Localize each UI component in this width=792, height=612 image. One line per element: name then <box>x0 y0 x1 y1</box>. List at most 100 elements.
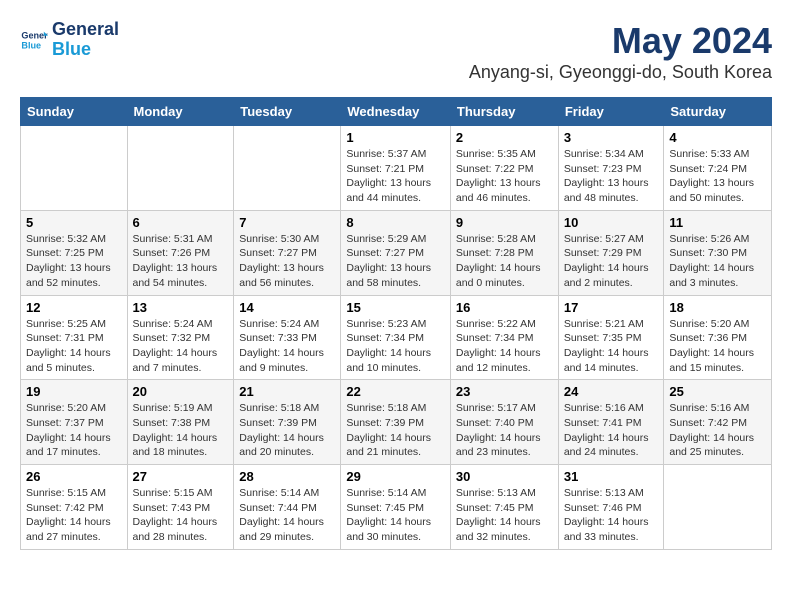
day-cell: 8 Sunrise: 5:29 AMSunset: 7:27 PMDaylight… <box>341 210 451 295</box>
day-cell <box>234 126 341 211</box>
day-info: Sunrise: 5:26 AMSunset: 7:30 PMDaylight:… <box>669 232 766 291</box>
day-cell: 2 Sunrise: 5:35 AMSunset: 7:22 PMDaylight… <box>450 126 558 211</box>
day-number: 15 <box>346 300 445 315</box>
logo-text: General Blue <box>52 20 119 60</box>
day-cell: 15Sunrise: 5:23 AMSunset: 7:34 PMDayligh… <box>341 295 451 380</box>
week-row-5: 26 Sunrise: 5:15 AMSunset: 7:42 PMDayligh… <box>21 465 772 550</box>
day-number: 26 <box>26 469 122 484</box>
day-cell: 22Sunrise: 5:18 AMSunset: 7:39 PMDayligh… <box>341 380 451 465</box>
day-cell: 28 Sunrise: 5:14 AMSunset: 7:44 PMDayligh… <box>234 465 341 550</box>
day-cell: 14 Sunrise: 5:24 AMSunset: 7:33 PMDayligh… <box>234 295 341 380</box>
svg-text:Blue: Blue <box>21 40 41 50</box>
day-info: Sunrise: 5:37 AMSunset: 7:21 PMDaylight:… <box>346 147 445 206</box>
day-number: 18 <box>669 300 766 315</box>
week-row-4: 19Sunrise: 5:20 AMSunset: 7:37 PMDayligh… <box>21 380 772 465</box>
day-cell: 11Sunrise: 5:26 AMSunset: 7:30 PMDayligh… <box>664 210 772 295</box>
day-cell: 30 Sunrise: 5:13 AMSunset: 7:45 PMDayligh… <box>450 465 558 550</box>
day-cell <box>21 126 128 211</box>
day-info: Sunrise: 5:14 AMSunset: 7:44 PMDaylight:… <box>239 486 335 545</box>
day-info: Sunrise: 5:17 AMSunset: 7:40 PMDaylight:… <box>456 401 553 460</box>
day-cell: 17 Sunrise: 5:21 AMSunset: 7:35 PMDayligh… <box>558 295 664 380</box>
day-info: Sunrise: 5:32 AMSunset: 7:25 PMDaylight:… <box>26 232 122 291</box>
day-info: Sunrise: 5:27 AMSunset: 7:29 PMDaylight:… <box>564 232 659 291</box>
day-number: 17 <box>564 300 659 315</box>
day-number: 13 <box>133 300 229 315</box>
day-info: Sunrise: 5:13 AMSunset: 7:45 PMDaylight:… <box>456 486 553 545</box>
day-info: Sunrise: 5:14 AMSunset: 7:45 PMDaylight:… <box>346 486 445 545</box>
day-info: Sunrise: 5:16 AMSunset: 7:41 PMDaylight:… <box>564 401 659 460</box>
day-cell: 7Sunrise: 5:30 AMSunset: 7:27 PMDaylight… <box>234 210 341 295</box>
day-number: 29 <box>346 469 445 484</box>
day-number: 21 <box>239 384 335 399</box>
day-info: Sunrise: 5:22 AMSunset: 7:34 PMDaylight:… <box>456 317 553 376</box>
week-row-1: 1 Sunrise: 5:37 AMSunset: 7:21 PMDaylight… <box>21 126 772 211</box>
day-number: 28 <box>239 469 335 484</box>
day-info: Sunrise: 5:35 AMSunset: 7:22 PMDaylight:… <box>456 147 553 206</box>
day-cell: 6Sunrise: 5:31 AMSunset: 7:26 PMDaylight… <box>127 210 234 295</box>
day-cell: 16Sunrise: 5:22 AMSunset: 7:34 PMDayligh… <box>450 295 558 380</box>
weekday-header-monday: Monday <box>127 98 234 126</box>
weekday-header-wednesday: Wednesday <box>341 98 451 126</box>
day-cell: 20 Sunrise: 5:19 AMSunset: 7:38 PMDayligh… <box>127 380 234 465</box>
day-info: Sunrise: 5:24 AMSunset: 7:33 PMDaylight:… <box>239 317 335 376</box>
day-cell: 24 Sunrise: 5:16 AMSunset: 7:41 PMDayligh… <box>558 380 664 465</box>
month-title: May 2024 <box>469 20 772 62</box>
day-number: 24 <box>564 384 659 399</box>
day-info: Sunrise: 5:21 AMSunset: 7:35 PMDaylight:… <box>564 317 659 376</box>
day-number: 4 <box>669 130 766 145</box>
day-number: 5 <box>26 215 122 230</box>
day-info: Sunrise: 5:28 AMSunset: 7:28 PMDaylight:… <box>456 232 553 291</box>
day-number: 14 <box>239 300 335 315</box>
weekday-header-row: SundayMondayTuesdayWednesdayThursdayFrid… <box>21 98 772 126</box>
day-cell: 18 Sunrise: 5:20 AMSunset: 7:36 PMDayligh… <box>664 295 772 380</box>
day-cell: 10 Sunrise: 5:27 AMSunset: 7:29 PMDayligh… <box>558 210 664 295</box>
day-cell <box>664 465 772 550</box>
location-title: Anyang-si, Gyeonggi-do, South Korea <box>469 62 772 83</box>
day-number: 30 <box>456 469 553 484</box>
weekday-header-saturday: Saturday <box>664 98 772 126</box>
day-cell: 4 Sunrise: 5:33 AMSunset: 7:24 PMDaylight… <box>664 126 772 211</box>
day-number: 23 <box>456 384 553 399</box>
day-cell: 12 Sunrise: 5:25 AMSunset: 7:31 PMDayligh… <box>21 295 128 380</box>
weekday-header-sunday: Sunday <box>21 98 128 126</box>
day-number: 27 <box>133 469 229 484</box>
weekday-header-tuesday: Tuesday <box>234 98 341 126</box>
day-info: Sunrise: 5:33 AMSunset: 7:24 PMDaylight:… <box>669 147 766 206</box>
day-info: Sunrise: 5:19 AMSunset: 7:38 PMDaylight:… <box>133 401 229 460</box>
title-section: May 2024 Anyang-si, Gyeonggi-do, South K… <box>469 20 772 83</box>
day-info: Sunrise: 5:15 AMSunset: 7:42 PMDaylight:… <box>26 486 122 545</box>
day-number: 12 <box>26 300 122 315</box>
calendar-table: SundayMondayTuesdayWednesdayThursdayFrid… <box>20 97 772 550</box>
day-cell: 1 Sunrise: 5:37 AMSunset: 7:21 PMDaylight… <box>341 126 451 211</box>
day-info: Sunrise: 5:34 AMSunset: 7:23 PMDaylight:… <box>564 147 659 206</box>
day-number: 10 <box>564 215 659 230</box>
day-number: 1 <box>346 130 445 145</box>
day-cell: 13 Sunrise: 5:24 AMSunset: 7:32 PMDayligh… <box>127 295 234 380</box>
day-info: Sunrise: 5:24 AMSunset: 7:32 PMDaylight:… <box>133 317 229 376</box>
day-number: 2 <box>456 130 553 145</box>
day-info: Sunrise: 5:20 AMSunset: 7:36 PMDaylight:… <box>669 317 766 376</box>
day-info: Sunrise: 5:29 AMSunset: 7:27 PMDaylight:… <box>346 232 445 291</box>
day-cell: 19Sunrise: 5:20 AMSunset: 7:37 PMDayligh… <box>21 380 128 465</box>
logo-blue: Blue <box>52 39 91 59</box>
day-info: Sunrise: 5:15 AMSunset: 7:43 PMDaylight:… <box>133 486 229 545</box>
day-info: Sunrise: 5:25 AMSunset: 7:31 PMDaylight:… <box>26 317 122 376</box>
day-cell: 5 Sunrise: 5:32 AMSunset: 7:25 PMDaylight… <box>21 210 128 295</box>
day-info: Sunrise: 5:31 AMSunset: 7:26 PMDaylight:… <box>133 232 229 291</box>
day-cell: 27 Sunrise: 5:15 AMSunset: 7:43 PMDayligh… <box>127 465 234 550</box>
day-cell: 3 Sunrise: 5:34 AMSunset: 7:23 PMDaylight… <box>558 126 664 211</box>
day-number: 22 <box>346 384 445 399</box>
day-cell <box>127 126 234 211</box>
day-number: 3 <box>564 130 659 145</box>
day-cell: 9Sunrise: 5:28 AMSunset: 7:28 PMDaylight… <box>450 210 558 295</box>
day-cell: 29 Sunrise: 5:14 AMSunset: 7:45 PMDayligh… <box>341 465 451 550</box>
day-cell: 25Sunrise: 5:16 AMSunset: 7:42 PMDayligh… <box>664 380 772 465</box>
day-number: 8 <box>346 215 445 230</box>
logo-general: General <box>52 19 119 39</box>
day-number: 20 <box>133 384 229 399</box>
day-cell: 31Sunrise: 5:13 AMSunset: 7:46 PMDayligh… <box>558 465 664 550</box>
day-cell: 21Sunrise: 5:18 AMSunset: 7:39 PMDayligh… <box>234 380 341 465</box>
day-cell: 23 Sunrise: 5:17 AMSunset: 7:40 PMDayligh… <box>450 380 558 465</box>
weekday-header-thursday: Thursday <box>450 98 558 126</box>
day-info: Sunrise: 5:13 AMSunset: 7:46 PMDaylight:… <box>564 486 659 545</box>
